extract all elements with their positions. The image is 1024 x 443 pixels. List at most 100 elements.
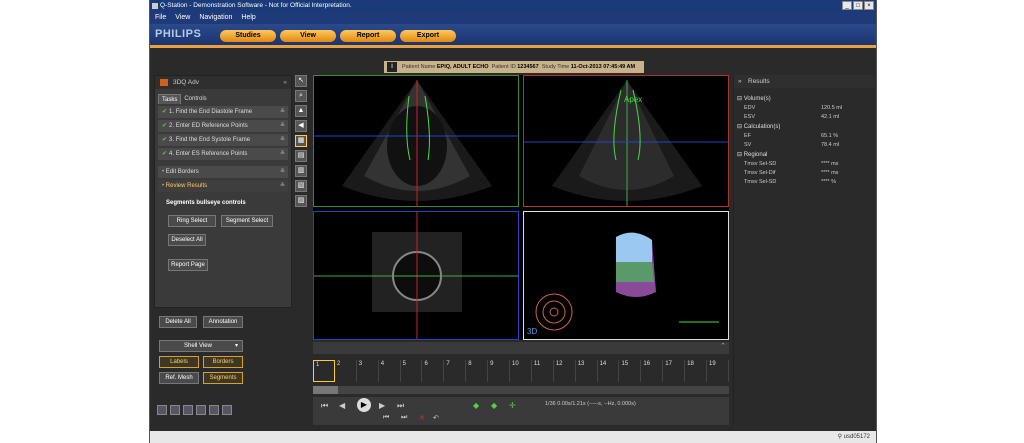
- layout-1-icon[interactable]: ▤: [295, 150, 307, 162]
- edit-borders-item[interactable]: • Edit Borders ≚: [158, 166, 288, 178]
- report-page-button[interactable]: Report Page: [168, 259, 208, 271]
- menu-view[interactable]: View: [175, 12, 190, 24]
- collapse-up-icon[interactable]: ⌃: [720, 342, 726, 350]
- frame-thumb[interactable]: 12: [554, 360, 576, 382]
- task-item[interactable]: ✔ 1. Find the End Diastole Frame ≚: [158, 106, 288, 118]
- ring-select-button[interactable]: Ring Select: [168, 215, 216, 227]
- panel-title: 3DQ Adv: [173, 79, 200, 86]
- collapse-icon[interactable]: «: [283, 76, 287, 89]
- layout-3-icon[interactable]: ▧: [295, 180, 307, 192]
- borders-toggle[interactable]: Borders: [203, 356, 243, 368]
- q-icon[interactable]: [222, 405, 232, 415]
- layout-4-icon[interactable]: ▨: [295, 195, 307, 207]
- frame-thumb[interactable]: 2: [335, 360, 357, 382]
- frame-thumb[interactable]: 5: [401, 360, 423, 382]
- result-key: EDV: [744, 105, 756, 111]
- task-label: 3. Find the End Systole Frame: [169, 137, 251, 143]
- frame-thumb[interactable]: 15: [619, 360, 642, 382]
- task-item[interactable]: ✔ 4. Enter ES Reference Points ≚: [158, 148, 288, 160]
- menu-help[interactable]: Help: [241, 12, 255, 24]
- expand-icon[interactable]: »: [738, 75, 742, 88]
- result-row: EDV 120.5 ml: [734, 104, 875, 113]
- frame-thumb[interactable]: 13: [576, 360, 598, 382]
- tab-export[interactable]: Export: [400, 30, 456, 42]
- flip-icon[interactable]: ▲: [295, 105, 307, 117]
- image-viewer[interactable]: Apex 3D: [313, 75, 729, 340]
- quad-3d[interactable]: 3D: [523, 211, 729, 340]
- frame-strip[interactable]: 1 2 3 4 5 6 7 8 9 10 11 12 13 14 15 16 1…: [313, 360, 729, 382]
- timeline-header: ⌃: [313, 342, 729, 354]
- quad-layout-icon[interactable]: ▦: [295, 135, 307, 147]
- expand-icon: ≚: [279, 151, 285, 157]
- shell-view-dropdown[interactable]: Shell View ▾: [159, 340, 243, 352]
- frame-thumb[interactable]: 8: [466, 360, 489, 382]
- quad-a2c[interactable]: Apex: [523, 75, 729, 207]
- last-frame-icon[interactable]: ⏭: [397, 401, 404, 411]
- frame-thumb[interactable]: 16: [641, 360, 664, 382]
- loop-start-icon[interactable]: ⏮: [383, 414, 389, 422]
- delete-all-button[interactable]: Delete All: [159, 316, 197, 328]
- menu-navigation[interactable]: Navigation: [199, 12, 232, 24]
- frame-thumb[interactable]: 9: [488, 360, 511, 382]
- section-volumes[interactable]: ⊟ Volume(s): [734, 94, 875, 104]
- frame-thumb[interactable]: 17: [663, 360, 686, 382]
- help-icon[interactable]: [209, 405, 219, 415]
- tools-icon[interactable]: [170, 405, 180, 415]
- task-item[interactable]: ✔ 3. Find the End Systole Frame ≚: [158, 134, 288, 146]
- frame-thumb[interactable]: 3: [357, 360, 379, 382]
- tab-controls[interactable]: Controls: [181, 94, 209, 104]
- zoom-icon[interactable]: ⌕: [295, 90, 307, 102]
- timeline-scrollbar[interactable]: [313, 386, 729, 394]
- result-value: 65.1 %: [821, 133, 839, 139]
- frame-thumb[interactable]: 14: [598, 360, 620, 382]
- crosshair-icon[interactable]: ✛: [509, 401, 516, 410]
- labels-toggle[interactable]: Labels: [159, 356, 199, 368]
- segments-toggle[interactable]: Segments: [203, 372, 243, 384]
- frame-thumb[interactable]: 10: [510, 360, 532, 382]
- frame-thumb[interactable]: 11: [532, 360, 554, 382]
- review-results-label: Review Results: [165, 183, 208, 189]
- review-results-item[interactable]: • Review Results ≙: [158, 180, 288, 192]
- section-calculations[interactable]: ⊟ Calculation(s): [734, 122, 875, 132]
- mark-es-icon[interactable]: ◆: [491, 401, 497, 410]
- frame-thumb[interactable]: 6: [422, 360, 445, 382]
- tab-report[interactable]: Report: [340, 30, 396, 42]
- loop-end-icon[interactable]: ⏭: [401, 414, 407, 422]
- segment-select-button[interactable]: Segment Select: [221, 215, 273, 227]
- clear-icon[interactable]: ✕: [419, 414, 425, 422]
- export-icon[interactable]: [196, 405, 206, 415]
- section-regional[interactable]: ⊟ Regional: [734, 150, 875, 160]
- grid-icon[interactable]: [157, 405, 167, 415]
- frame-thumb[interactable]: 4: [379, 360, 401, 382]
- frame-thumb[interactable]: 1: [313, 360, 335, 382]
- maximize-button[interactable]: □: [853, 1, 863, 10]
- mark-ed-icon[interactable]: ◆: [473, 401, 479, 410]
- next-frame-icon[interactable]: ▶: [379, 401, 385, 410]
- scroll-thumb[interactable]: [313, 386, 338, 394]
- tab-tasks[interactable]: Tasks: [158, 94, 182, 104]
- rotate-icon[interactable]: ◀: [295, 120, 307, 132]
- tab-view[interactable]: View: [280, 30, 336, 42]
- close-button[interactable]: ×: [864, 1, 874, 10]
- patient-name: EPIQ, ADULT ECHO: [436, 64, 489, 70]
- layout-icon[interactable]: [183, 405, 193, 415]
- tab-studies[interactable]: Studies: [220, 30, 276, 42]
- frame-thumb[interactable]: 19: [707, 360, 729, 382]
- play-button[interactable]: ▶: [357, 398, 371, 412]
- layout-2-icon[interactable]: ▥: [295, 165, 307, 177]
- minimize-button[interactable]: _: [842, 1, 852, 10]
- ref-mesh-toggle[interactable]: Ref. Mesh: [159, 372, 199, 384]
- pointer-icon[interactable]: ↖: [295, 75, 307, 87]
- quad-a4c[interactable]: [313, 75, 519, 207]
- annotation-button[interactable]: Annotation: [203, 316, 243, 328]
- first-frame-icon[interactable]: ⏮: [321, 401, 328, 411]
- menu-file[interactable]: File: [155, 12, 166, 24]
- task-item[interactable]: ✔ 2. Enter ED Reference Points ≚: [158, 120, 288, 132]
- undo-icon[interactable]: ↶: [433, 414, 439, 422]
- frame-thumb[interactable]: 18: [685, 360, 708, 382]
- mode-label: 3D: [527, 327, 538, 336]
- deselect-all-button[interactable]: Deselect All: [168, 234, 206, 246]
- prev-frame-icon[interactable]: ◀: [339, 401, 345, 410]
- frame-thumb[interactable]: 7: [444, 360, 467, 382]
- quad-sax[interactable]: [313, 211, 519, 340]
